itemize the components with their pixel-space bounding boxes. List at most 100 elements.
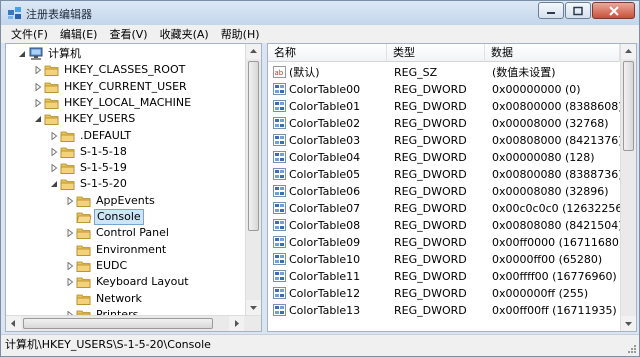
value-type: REG_DWORD bbox=[394, 287, 467, 300]
tree-node[interactable]: Control Panel bbox=[6, 225, 244, 241]
menu-view[interactable]: 查看(V) bbox=[103, 26, 153, 42]
expand-arrow-icon[interactable] bbox=[34, 66, 42, 75]
value-row[interactable]: ColorTable13 REG_DWORD 0x00ff00ff (1671193… bbox=[268, 302, 620, 319]
resize-grip-icon[interactable] bbox=[626, 343, 637, 354]
folder-icon bbox=[44, 114, 59, 126]
value-row[interactable]: ColorTable08 REG_DWORD 0x00808080 (8421504… bbox=[268, 217, 620, 234]
tree-node[interactable]: S-1-5-20 bbox=[6, 176, 244, 192]
value-row[interactable]: ColorTable06 REG_DWORD 0x00008080 (32896) bbox=[268, 183, 620, 200]
value-name: ColorTable11 bbox=[289, 270, 361, 283]
tree-node[interactable]: HKEY_CLASSES_ROOT bbox=[6, 62, 244, 78]
column-header-type[interactable]: 类型 bbox=[387, 44, 485, 62]
tree-node[interactable]: Console bbox=[6, 209, 244, 225]
value-row[interactable]: ColorTable02 REG_DWORD 0x00008000 (32768) bbox=[268, 115, 620, 132]
scroll-down-button[interactable] bbox=[246, 300, 261, 315]
binary-value-icon bbox=[273, 185, 286, 197]
scroll-right-button[interactable] bbox=[229, 316, 244, 331]
menu-help[interactable]: 帮助(H) bbox=[215, 26, 266, 42]
expand-arrow-icon[interactable] bbox=[50, 131, 58, 140]
column-header-data[interactable]: 数据 bbox=[485, 44, 620, 62]
value-row[interactable]: ColorTable07 REG_DWORD 0x00c0c0c0 (1263225… bbox=[268, 200, 620, 217]
value-row[interactable]: ColorTable10 REG_DWORD 0x0000ff00 (65280) bbox=[268, 251, 620, 268]
expand-arrow-icon[interactable] bbox=[66, 196, 74, 205]
tree-node[interactable]: Environment bbox=[6, 242, 244, 258]
folder-icon bbox=[60, 131, 75, 142]
value-row[interactable]: ColorTable00 REG_DWORD 0x00000000 (0) bbox=[268, 81, 620, 98]
value-data: 0x000000ff (255) bbox=[492, 287, 589, 300]
expand-arrow-icon[interactable] bbox=[34, 82, 42, 91]
minimize-button[interactable] bbox=[538, 2, 564, 19]
tree-node[interactable]: AppEvents bbox=[6, 193, 244, 209]
tree-node[interactable]: Keyboard Layout bbox=[6, 274, 244, 290]
menu-edit[interactable]: 编辑(E) bbox=[54, 26, 104, 42]
binary-value-icon bbox=[273, 134, 286, 146]
value-name: ColorTable05 bbox=[289, 168, 361, 181]
close-button[interactable] bbox=[592, 2, 635, 19]
scroll-left-button[interactable] bbox=[6, 316, 21, 331]
expand-arrow-icon[interactable] bbox=[50, 147, 58, 156]
key-tree-pane[interactable]: 计算机 HKEY_CLASSES_ROOT HKEY_CURRENT_USER HKE… bbox=[5, 43, 262, 332]
menu-bar: 文件(F) 编辑(E) 查看(V) 收藏夹(A) 帮助(H) bbox=[1, 25, 639, 43]
value-row[interactable]: ab (默认) REG_SZ (数值未设置) bbox=[268, 64, 620, 81]
binary-value-icon bbox=[273, 287, 286, 299]
tree-node[interactable]: Network bbox=[6, 291, 244, 307]
menu-favorites[interactable]: 收藏夹(A) bbox=[154, 26, 215, 42]
list-scroll-thumb[interactable] bbox=[623, 61, 634, 151]
value-data: 0x00000000 (0) bbox=[492, 83, 581, 96]
value-row[interactable]: ColorTable03 REG_DWORD 0x00808000 (8421376… bbox=[268, 132, 620, 149]
maximize-button[interactable] bbox=[565, 2, 591, 19]
column-header-name[interactable]: 名称 bbox=[268, 44, 387, 62]
list-header: 名称 类型 数据 bbox=[268, 44, 620, 62]
expand-arrow-icon[interactable] bbox=[34, 98, 42, 107]
value-type: REG_DWORD bbox=[394, 117, 467, 130]
collapse-arrow-icon[interactable] bbox=[34, 115, 42, 123]
tree-hscroll-thumb[interactable] bbox=[23, 318, 213, 329]
folder-icon bbox=[60, 147, 75, 158]
list-scroll-down-button[interactable] bbox=[621, 316, 636, 331]
tree-horizontal-scrollbar[interactable] bbox=[6, 315, 261, 331]
tree-node[interactable]: S-1-5-19 bbox=[6, 160, 244, 176]
menu-file[interactable]: 文件(F) bbox=[5, 26, 54, 42]
title-bar[interactable]: 注册表编辑器 bbox=[1, 1, 639, 25]
scroll-up-button[interactable] bbox=[246, 44, 261, 59]
caption-buttons bbox=[537, 2, 635, 19]
tree-node[interactable]: HKEY_LOCAL_MACHINE bbox=[6, 95, 244, 111]
value-row[interactable]: ColorTable11 REG_DWORD 0x00ffff00 (1677696… bbox=[268, 268, 620, 285]
tree-node[interactable]: HKEY_USERS bbox=[6, 111, 244, 127]
value-type: REG_DWORD bbox=[394, 185, 467, 198]
list-scroll-up-button[interactable] bbox=[621, 44, 636, 59]
expand-arrow-icon[interactable] bbox=[66, 261, 74, 270]
tree-node-label: 计算机 bbox=[48, 47, 81, 60]
tree-node[interactable]: S-1-5-18 bbox=[6, 144, 244, 160]
tree-node[interactable]: HKEY_CURRENT_USER bbox=[6, 79, 244, 95]
value-row[interactable]: ColorTable05 REG_DWORD 0x00800080 (8388736… bbox=[268, 166, 620, 183]
binary-value-icon bbox=[273, 151, 286, 163]
tree-scroll-thumb[interactable] bbox=[248, 61, 259, 231]
arrow-left-icon bbox=[11, 320, 15, 327]
value-row[interactable]: ColorTable04 REG_DWORD 0x00000080 (128) bbox=[268, 149, 620, 166]
values-list-pane[interactable]: 名称 类型 数据 ab (默认) REG_SZ (数值未设置) ColorTable00… bbox=[267, 43, 637, 332]
value-type: REG_DWORD bbox=[394, 253, 467, 266]
binary-value-icon bbox=[273, 100, 286, 112]
expand-arrow-icon[interactable] bbox=[66, 229, 74, 238]
tree-node[interactable]: EUDC bbox=[6, 258, 244, 274]
value-row[interactable]: ColorTable09 REG_DWORD 0x00ff0000 (1671168… bbox=[268, 234, 620, 251]
tree-node[interactable]: .DEFAULT bbox=[6, 128, 244, 144]
expand-arrow-icon[interactable] bbox=[50, 164, 58, 173]
status-bar: 计算机\HKEY_USERS\S-1-5-20\Console bbox=[1, 334, 639, 356]
collapse-arrow-icon[interactable] bbox=[18, 50, 26, 58]
value-type: REG_DWORD bbox=[394, 151, 467, 164]
tree-vertical-scrollbar[interactable] bbox=[245, 44, 261, 315]
open-folder-icon bbox=[76, 212, 92, 223]
value-type: REG_DWORD bbox=[394, 83, 467, 96]
tree-node[interactable]: 计算机 bbox=[6, 46, 244, 62]
expand-arrow-icon[interactable] bbox=[66, 278, 74, 287]
folder-icon bbox=[44, 82, 59, 93]
value-data: 0x0000ff00 (65280) bbox=[492, 253, 603, 266]
value-row[interactable]: ColorTable01 REG_DWORD 0x00800000 (8388608… bbox=[268, 98, 620, 115]
collapse-arrow-icon[interactable] bbox=[50, 180, 58, 188]
value-name: ColorTable09 bbox=[289, 236, 361, 249]
value-data: 0x00008000 (32768) bbox=[492, 117, 609, 130]
list-vertical-scrollbar[interactable] bbox=[620, 44, 636, 331]
value-row[interactable]: ColorTable12 REG_DWORD 0x000000ff (255) bbox=[268, 285, 620, 302]
